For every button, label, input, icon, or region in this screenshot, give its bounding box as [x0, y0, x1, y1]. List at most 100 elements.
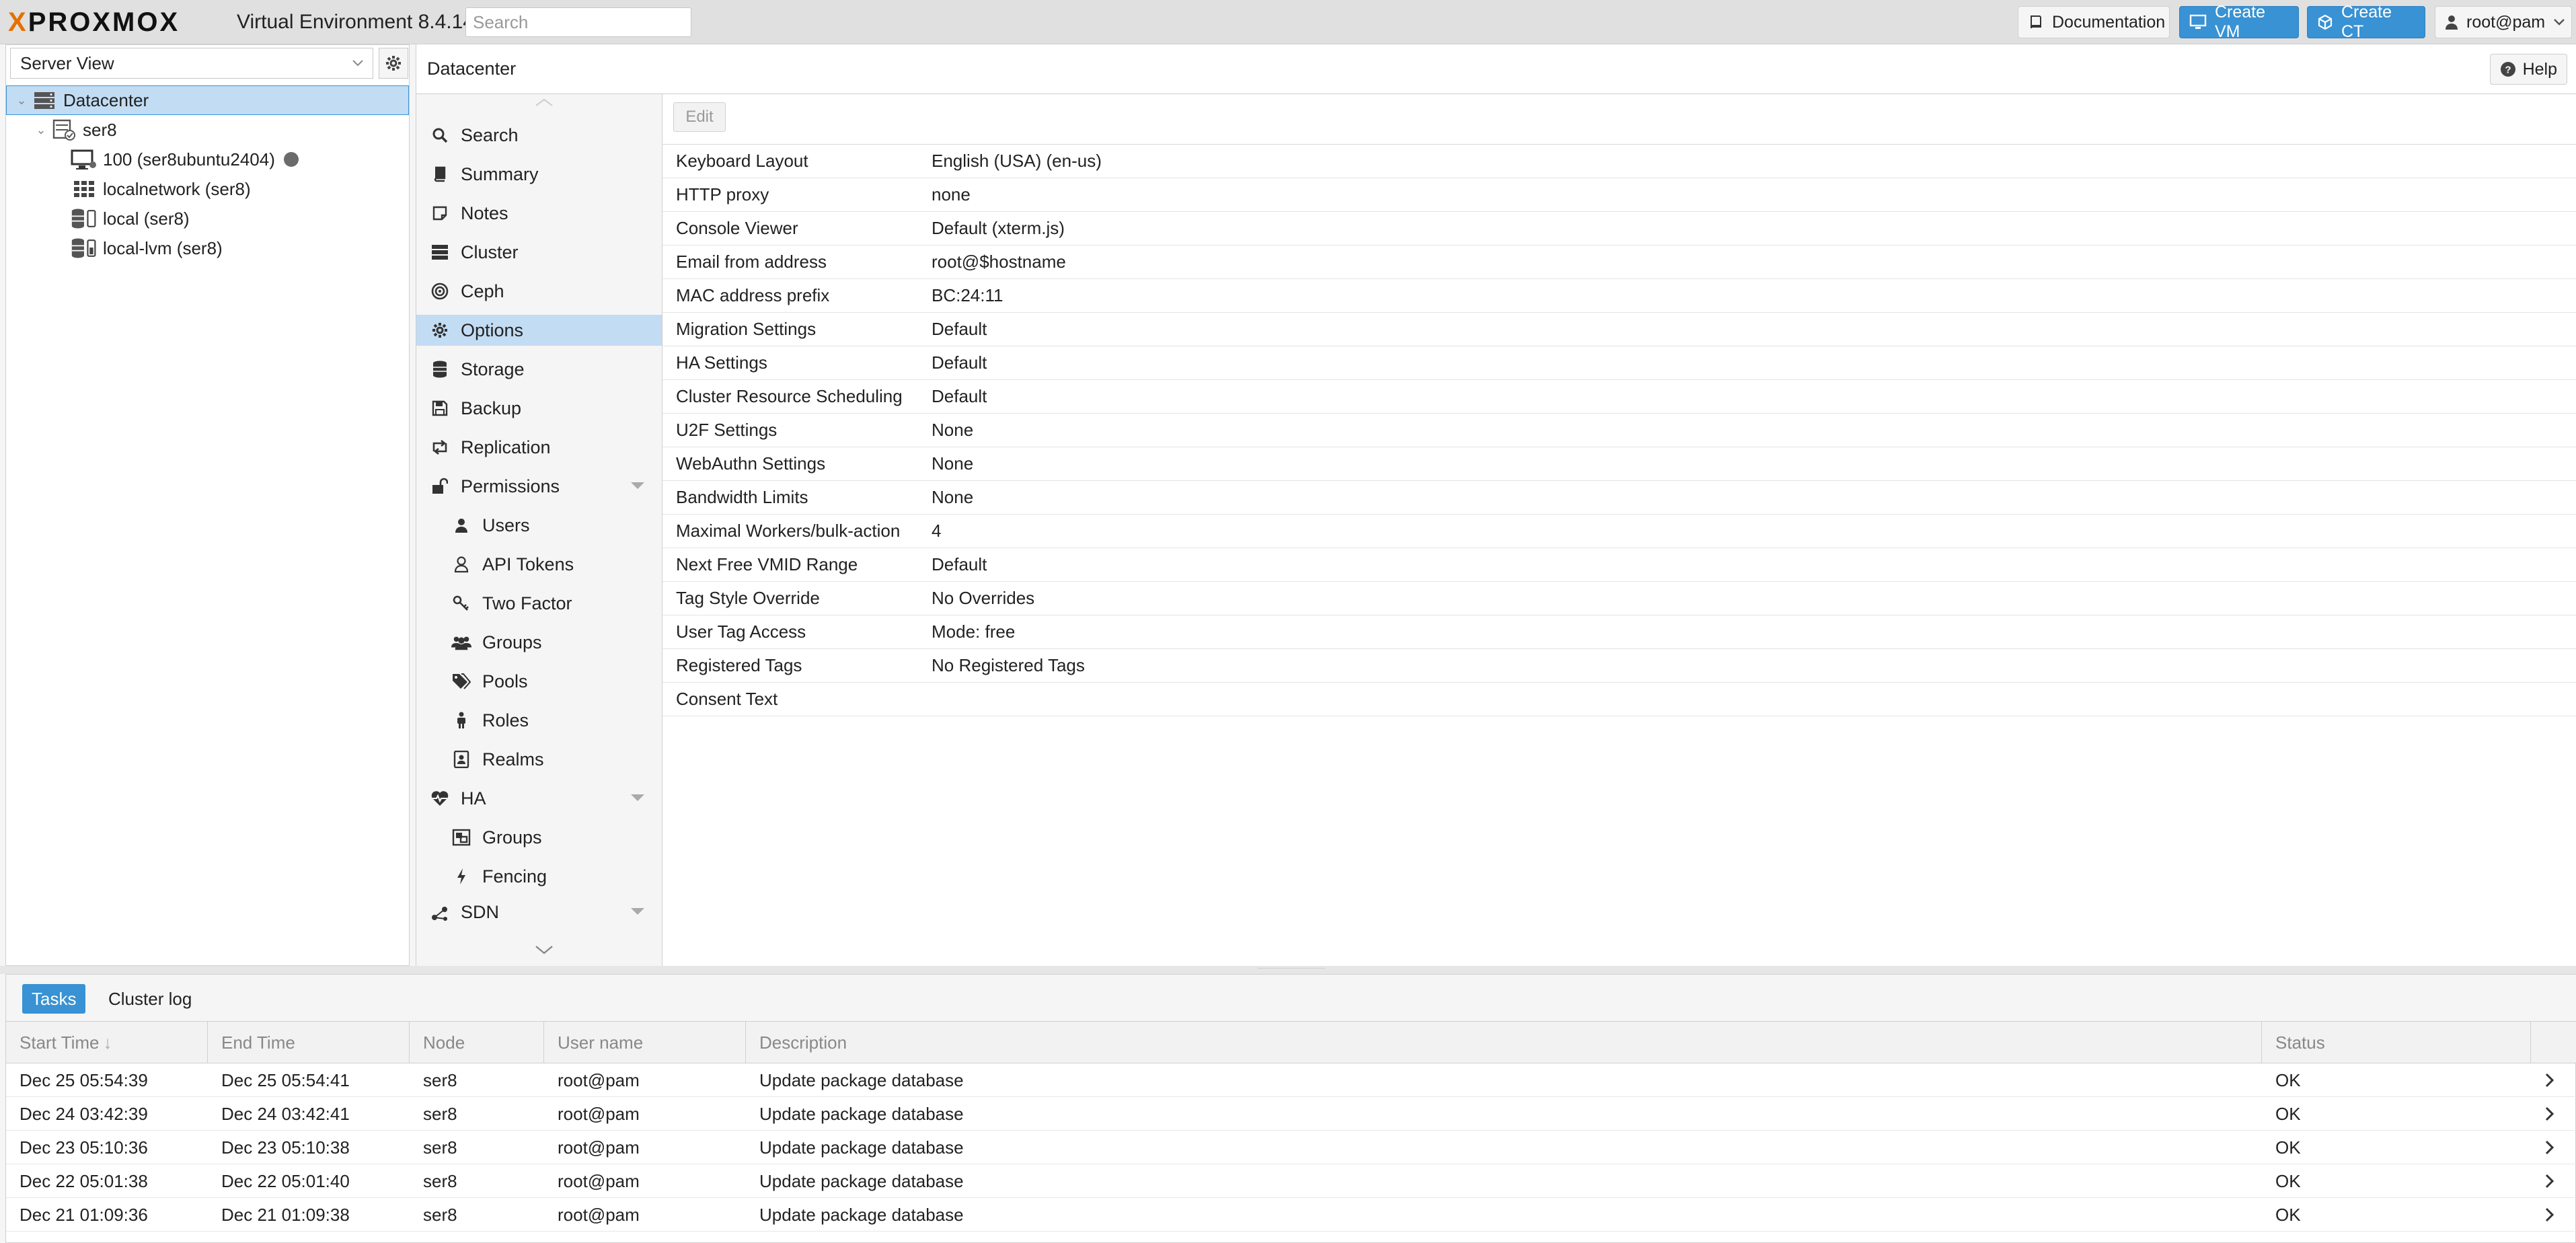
table-row[interactable]: Dec 21 01:09:36 Dec 21 01:09:38 ser8 roo…: [6, 1198, 2576, 1232]
option-row[interactable]: Keyboard Layout English (USA) (en-us): [662, 145, 2576, 178]
collapse-icon[interactable]: ⌄: [32, 123, 50, 137]
menu-scroll-up-icon[interactable]: [531, 94, 558, 110]
option-row[interactable]: Console Viewer Default (xterm.js): [662, 212, 2576, 246]
option-row[interactable]: Migration Settings Default: [662, 313, 2576, 346]
menu-item-label: HA: [461, 788, 486, 808]
table-row[interactable]: Dec 23 05:10:36 Dec 23 05:10:38 ser8 roo…: [6, 1131, 2576, 1164]
open-task-icon[interactable]: [2531, 1164, 2576, 1198]
menu-item-label: Replication: [461, 437, 551, 457]
edit-button[interactable]: Edit: [673, 102, 726, 132]
option-row[interactable]: Bandwidth Limits None: [662, 481, 2576, 515]
table-row[interactable]: Dec 24 03:42:39 Dec 24 03:42:41 ser8 roo…: [6, 1097, 2576, 1131]
menu-item-label: Two Factor: [482, 593, 572, 613]
menu-item-replication[interactable]: Replication: [416, 432, 662, 463]
column-header-end-time[interactable]: End Time: [208, 1022, 410, 1063]
option-row[interactable]: Next Free VMID Range Default: [662, 548, 2576, 582]
tree-item-datacenter[interactable]: ⌄ Datacenter: [6, 85, 409, 115]
menu-item-ceph[interactable]: Ceph: [416, 276, 662, 307]
unlock-icon: [430, 476, 450, 496]
heartbeat-icon: [430, 788, 450, 808]
collapse-arrow-icon[interactable]: [630, 481, 645, 490]
cell-user: root@pam: [558, 1103, 640, 1124]
table-row[interactable]: Dec 25 05:54:39 Dec 25 05:54:41 ser8 roo…: [6, 1063, 2576, 1097]
menu-item-permissions[interactable]: Permissions: [416, 471, 662, 502]
option-row[interactable]: HTTP proxy none: [662, 178, 2576, 212]
create-vm-button[interactable]: Create VM: [2179, 3, 2299, 41]
tab-cluster-log[interactable]: Cluster log: [99, 984, 201, 1014]
option-row[interactable]: Cluster Resource Scheduling Default: [662, 380, 2576, 414]
table-row[interactable]: Dec 22 05:01:38 Dec 22 05:01:40 ser8 roo…: [6, 1164, 2576, 1198]
menu-item-users[interactable]: Users: [416, 510, 662, 541]
column-header-start-time[interactable]: Start Time ↓: [6, 1022, 208, 1063]
menu-item-cluster[interactable]: Cluster: [416, 237, 662, 268]
column-header-node[interactable]: Node: [410, 1022, 544, 1063]
resource-tree-panel: Server View ⌄ Datacenter ⌄ ser8 100 (ser…: [5, 44, 410, 966]
menu-item-pools[interactable]: Pools: [416, 666, 662, 697]
options-table: Keyboard Layout English (USA) (en-us) HTT…: [662, 144, 2576, 716]
view-select[interactable]: Server View: [10, 48, 373, 79]
tab-tasks[interactable]: Tasks: [22, 984, 86, 1014]
option-value: Default: [932, 352, 987, 373]
storage-icon: [71, 206, 98, 231]
menu-item-ha[interactable]: HA: [416, 783, 662, 814]
menu-item-api-tokens[interactable]: API Tokens: [416, 549, 662, 580]
create-ct-button[interactable]: Create CT: [2307, 3, 2425, 41]
tree-item-storage-local[interactable]: local (ser8): [6, 204, 409, 233]
documentation-button[interactable]: Documentation: [2018, 6, 2170, 38]
option-key: Keyboard Layout: [676, 151, 808, 171]
menu-item-roles[interactable]: Roles: [416, 705, 662, 736]
panel-splitter[interactable]: [0, 966, 2576, 974]
menu-item-notes[interactable]: Notes: [416, 198, 662, 229]
tree-item-node-ser8[interactable]: ⌄ ser8: [6, 115, 409, 145]
column-label: Status: [2275, 1032, 2325, 1053]
collapse-icon[interactable]: ⌄: [12, 93, 31, 108]
cell-status: OK: [2275, 1137, 2301, 1158]
option-row[interactable]: U2F Settings None: [662, 414, 2576, 447]
cell-user: root@pam: [558, 1137, 640, 1158]
column-header-description[interactable]: Description: [746, 1022, 2262, 1063]
menu-item-groups[interactable]: Groups: [416, 627, 662, 658]
open-task-icon[interactable]: [2531, 1063, 2576, 1097]
collapse-arrow-icon[interactable]: [630, 907, 645, 916]
menu-item-sdn[interactable]: SDN: [416, 900, 662, 923]
option-row[interactable]: Registered Tags No Registered Tags: [662, 649, 2576, 683]
tree-item-storage-local-lvm[interactable]: local-lvm (ser8): [6, 233, 409, 263]
menu-item-backup[interactable]: Backup: [416, 393, 662, 424]
search-input[interactable]: [465, 7, 691, 37]
option-row[interactable]: Tag Style Override No Overrides: [662, 582, 2576, 615]
option-row[interactable]: WebAuthn Settings None: [662, 447, 2576, 481]
splitter-grip[interactable]: [1258, 968, 1325, 972]
menu-item-options[interactable]: Options: [416, 315, 662, 346]
option-value: None: [932, 453, 974, 474]
option-row[interactable]: Consent Text: [662, 683, 2576, 716]
option-row[interactable]: Email from address root@$hostname: [662, 246, 2576, 279]
help-button[interactable]: ? Help: [2489, 54, 2567, 85]
column-header-user[interactable]: User name: [544, 1022, 746, 1063]
column-header-status[interactable]: Status: [2262, 1022, 2531, 1063]
sort-arrow-icon: ↓: [103, 1032, 112, 1053]
menu-item-search[interactable]: Search: [416, 120, 662, 151]
cell-status: OK: [2275, 1069, 2301, 1090]
menu-item-ha-groups[interactable]: Groups: [416, 822, 662, 853]
option-row[interactable]: Maximal Workers/bulk-action 4: [662, 515, 2576, 548]
option-row[interactable]: MAC address prefix BC:24:11: [662, 279, 2576, 313]
open-task-icon[interactable]: [2531, 1131, 2576, 1164]
tree-item-localnetwork[interactable]: localnetwork (ser8): [6, 174, 409, 204]
menu-item-summary[interactable]: Summary: [416, 159, 662, 190]
menu-scroll-down-icon[interactable]: [531, 942, 558, 958]
open-task-icon[interactable]: [2531, 1198, 2576, 1232]
option-row[interactable]: HA Settings Default: [662, 346, 2576, 380]
log-tabs: Tasks Cluster log: [6, 975, 2576, 1022]
menu-item-fencing[interactable]: Fencing: [416, 861, 662, 892]
collapse-arrow-icon[interactable]: [630, 793, 645, 802]
option-row[interactable]: User Tag Access Mode: free: [662, 615, 2576, 649]
open-task-icon[interactable]: [2531, 1097, 2576, 1131]
menu-item-realms[interactable]: Realms: [416, 744, 662, 775]
tree-settings-button[interactable]: [379, 48, 408, 79]
user-menu-button[interactable]: root@pam: [2435, 6, 2572, 38]
menu-item-storage[interactable]: Storage: [416, 354, 662, 385]
tree-item-vm-100[interactable]: 100 (ser8ubuntu2404): [6, 145, 409, 174]
tree-item-label: localnetwork (ser8): [103, 178, 251, 199]
menu-item-two-factor[interactable]: Two Factor: [416, 588, 662, 619]
proxmox-logo[interactable]: XPROXMOX: [8, 5, 180, 39]
